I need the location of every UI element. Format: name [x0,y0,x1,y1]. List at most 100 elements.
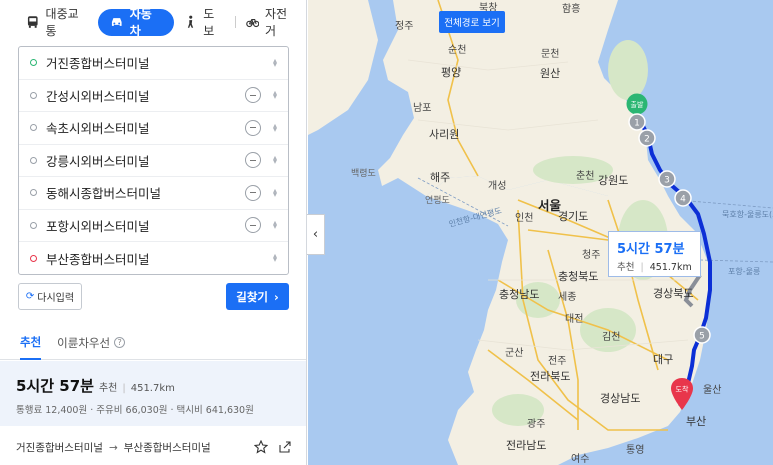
mode-car[interactable]: 자동차 [98,7,174,38]
stop-via[interactable]: 포항시외버스터미널 ▴ ▾ [19,210,288,242]
start-marker-label: 출발 [631,100,644,109]
map-label: 인천 [515,213,534,224]
via-dot-icon [30,189,37,197]
tab-toll-priority[interactable]: 이륜차우선 ? [57,326,126,360]
remove-stop-icon[interactable] [245,217,261,234]
drag-handle-icon[interactable]: ▴ ▾ [271,252,279,264]
stop-via[interactable]: 간성시외버스터미널 ▴ ▾ [19,80,288,112]
drag-handle-icon[interactable]: ▴ ▾ [271,121,279,133]
refresh-icon: ⟳ [25,291,35,302]
map-label: 포항-울릉 [728,267,761,276]
search-route-button[interactable]: 길찾기 › [226,283,289,310]
callout-tag: 추천 [617,262,635,273]
map-label: 경상남도 [600,392,641,405]
stop-name: 속초시외버스터미널 [46,121,150,137]
mode-transit-label: 대중교통 [45,7,79,38]
drag-handle-icon[interactable]: ▴ ▾ [271,56,279,68]
mode-transit[interactable]: 대중교통 [18,7,98,38]
map-label: 사리원 [429,128,460,141]
map-label: 문천 [541,49,560,60]
stop-name: 포항시외버스터미널 [46,218,150,234]
waypoint-marker[interactable]: 5 [693,326,711,344]
route-option-tabs: 추천 이륜차우선 ? [0,326,306,360]
remove-stop-icon[interactable] [245,87,261,104]
stop-via[interactable]: 동해시종합버스터미널 ▴ ▾ [19,177,288,210]
map-label: 개성 [488,181,507,192]
reset-label: 다시입력 [37,293,75,304]
end-marker[interactable]: 도착 [670,377,694,413]
map-label: 전라북도 [530,370,571,383]
waypoint-list: 거진종합버스터미널 ▴ ▾ 간성시외버스터미널 ▴ ▾ 속초시외버스터미널 ▴ ▾ 강… [18,46,289,275]
remove-stop-icon[interactable] [245,119,261,136]
tab-recommended-label: 추천 [20,334,42,349]
route-callout[interactable]: 5시간 57분 추천 | 451.7km [608,231,701,277]
mode-walk[interactable]: 도보 [174,7,235,38]
map-label: 여수 [571,454,590,465]
panel-collapse-button[interactable]: ‹ [307,214,325,255]
drag-handle-icon[interactable]: ▴ ▾ [271,219,279,231]
drag-handle-icon[interactable]: ▴ ▾ [271,186,279,198]
divider: | [122,383,126,394]
route-arrow: → [108,441,118,454]
svg-text:1: 1 [634,119,640,129]
mode-walk-label: 도보 [203,7,215,38]
stop-end[interactable]: 부산종합버스터미널 ▴ ▾ [19,242,288,275]
bicycle-icon [245,19,259,28]
land-china-edge [308,0,378,135]
stop-via[interactable]: 속초시외버스터미널 ▴ ▾ [19,112,288,145]
svg-text:4: 4 [680,195,686,205]
bus-icon [27,16,38,28]
map-label: 울산 [703,385,722,396]
stop-name: 부산종합버스터미널 [46,251,150,267]
svg-text:3: 3 [664,176,670,186]
stop-name: 동해시종합버스터미널 [46,186,162,202]
drag-handle-icon[interactable]: ▴ ▾ [271,89,279,101]
mode-bike[interactable]: 자전거 [236,7,308,38]
drag-handle-icon[interactable]: ▴ ▾ [271,154,279,166]
end-dot-icon [30,254,37,262]
waypoint-marker[interactable]: 3 [658,170,676,188]
reset-button[interactable]: ⟳ 다시입력 [18,283,82,310]
route-distance: 451.7km [130,383,175,394]
waypoint-marker[interactable]: 4 [674,189,692,207]
stop-start[interactable]: 거진종합버스터미널 ▴ ▾ [19,47,288,80]
via-dot-icon [30,156,37,164]
stop-name: 간성시외버스터미널 [46,88,150,104]
map-label: 원산 [540,67,561,80]
route-from: 거진종합버스터미널 [16,442,103,454]
map-label: 전라남도 [506,439,547,452]
chevron-right-icon: › [274,289,279,304]
stop-via[interactable]: 강릉시외버스터미널 ▴ ▾ [19,145,288,177]
map-label: 충청북도 [558,270,599,283]
map-label: 해주 [430,171,451,184]
remove-stop-icon[interactable] [245,184,261,201]
map-label: 함흥 [562,4,581,15]
map-label: 통영 [626,445,645,456]
full-route-button[interactable]: 전체경로 보기 [439,11,505,33]
tab-recommended[interactable]: 추천 [20,326,42,360]
route-panel: 대중교통 자동차 도보 자전거 거진종합버스터미널 ▴ ▾ 간성시외버스터미널 ▴… [0,0,307,465]
help-icon[interactable]: ? [114,337,126,348]
map-label: 평양 [441,66,462,79]
route-summary: 거진종합버스터미널 → 부산종합버스터미널 [0,430,306,465]
remove-stop-icon[interactable] [245,152,261,169]
route-result-card[interactable]: 5시간 57분 추천 | 451.7km 통행료 12,400원 · 주유비 6… [0,361,306,426]
via-dot-icon [30,124,37,132]
waypoint-marker[interactable]: 2 [638,129,656,147]
map-label: 묵호항-울릉도(도동) [722,210,773,219]
callout-distance: 451.7km [649,262,692,273]
route-tag: 추천 [98,383,118,394]
share-icon[interactable] [278,440,292,454]
search-label: 길찾기 [236,289,268,304]
route-fees: 통행료 12,400원 · 주유비 66,030원 · 택시비 641,630원 [16,405,254,416]
walk-icon [187,15,193,28]
end-marker-label: 도착 [676,386,689,394]
map-label: 청주 [582,250,601,261]
star-icon[interactable] [254,440,268,454]
map-label: 김천 [602,332,621,343]
map-label: 연평도 [425,196,450,206]
map-label: 대전 [565,314,584,325]
route-to: 부산종합버스터미널 [123,442,211,454]
via-dot-icon [30,221,37,229]
map-view[interactable]: 정주 함흥 북창 순천 문천 평양 원산 남포 사리원 강원도 춘천 해주 개성… [308,0,773,465]
